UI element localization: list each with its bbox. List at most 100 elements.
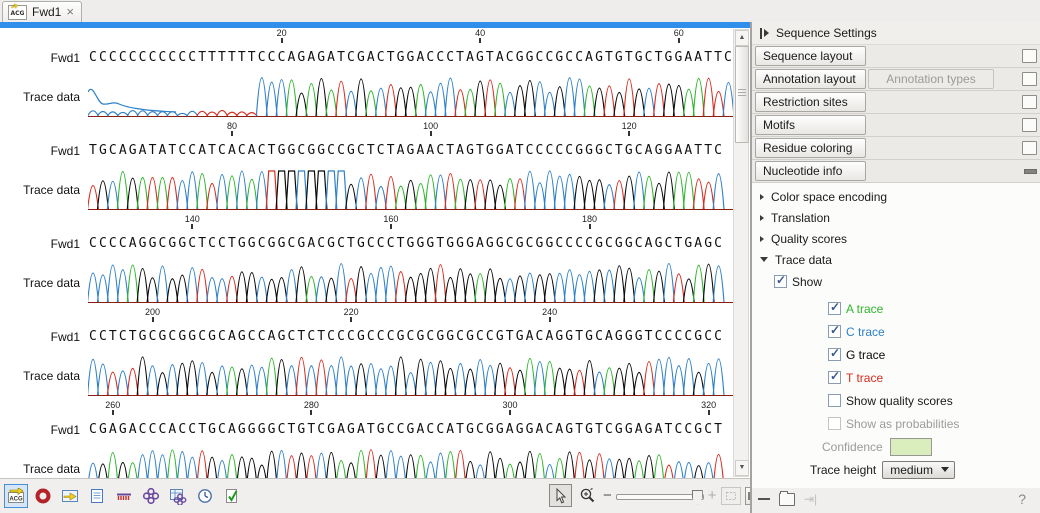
- palette-icon[interactable]: [1022, 141, 1037, 155]
- element-info-view-icon[interactable]: [220, 484, 244, 508]
- section-button[interactable]: Annotation layout: [755, 69, 866, 89]
- sequence-view-icon[interactable]: ACG: [4, 484, 28, 508]
- show-quality-scores-row[interactable]: Show quality scores: [752, 389, 1040, 412]
- cursor-tool-icon[interactable]: [549, 484, 572, 507]
- trace-label: A trace: [846, 302, 883, 316]
- trace-height-row: Trace height medium: [752, 458, 1040, 481]
- tab-close-icon[interactable]: ×: [66, 7, 74, 17]
- scroll-up-icon[interactable]: ▲: [735, 30, 749, 46]
- collapse-panel-icon[interactable]: [760, 28, 769, 39]
- ruler-tick: 260: [93, 400, 133, 415]
- text-view-icon[interactable]: [85, 484, 109, 508]
- show-as-probabilities-label: Show as probabilities: [846, 417, 959, 431]
- tree-item-quality-scores[interactable]: Quality scores: [752, 228, 1040, 249]
- zoom-slider[interactable]: [616, 489, 704, 503]
- sequence-name-label: Fwd1: [0, 237, 80, 251]
- zoom-out-minus[interactable]: −: [603, 491, 612, 501]
- save-settings-icon[interactable]: [779, 493, 795, 506]
- ruler-tick: 120: [609, 121, 649, 136]
- scroll-down-icon[interactable]: ▼: [735, 460, 749, 476]
- cloverleaf-view-icon[interactable]: [139, 484, 163, 508]
- ruler-tick: 280: [291, 400, 331, 415]
- trace-data-group[interactable]: Trace data: [752, 249, 1040, 270]
- ruler-tick: 20: [262, 28, 302, 43]
- trace-checkbox[interactable]: [828, 371, 841, 384]
- sequence-text[interactable]: CCCCAGGCGGCTCCTGGCGGCGACGCTGCCCTGGGTGGGA…: [88, 236, 723, 254]
- trace-data-row-label: Trace data: [0, 276, 80, 290]
- zoom-in-plus[interactable]: +: [708, 491, 717, 501]
- settings-section-sequence-layout: Sequence layout: [752, 45, 1040, 68]
- show-quality-scores-checkbox[interactable]: [828, 394, 841, 407]
- ruler-tick: 240: [530, 307, 570, 322]
- zoom-in-tool-icon[interactable]: [576, 484, 599, 507]
- show-trace-checkbox-row[interactable]: Show: [752, 270, 1040, 293]
- tree-item-translation[interactable]: Translation: [752, 207, 1040, 228]
- palette-icon[interactable]: [1022, 95, 1037, 109]
- position-ruler: 200220240: [88, 307, 734, 329]
- sequence-text[interactable]: CGAGACCCACCTGCAGGGGCTGTCGAGATGCCGACCATGC…: [88, 422, 723, 440]
- section-button[interactable]: Sequence layout: [755, 46, 866, 66]
- expanded-arrow-icon: [760, 257, 768, 262]
- palette-icon[interactable]: [1022, 49, 1037, 63]
- ruler-tick: 300: [490, 400, 530, 415]
- zoom-slider-handle[interactable]: [692, 490, 703, 505]
- show-quality-scores-label: Show quality scores: [846, 394, 953, 408]
- sequence-text[interactable]: CCCCCCCCCCCTTTTTTCCCAGAGATCGACTGGACCCTAG…: [88, 50, 733, 68]
- sequence-settings-header[interactable]: Sequence Settings: [752, 22, 1040, 45]
- help-icon[interactable]: ?: [1018, 491, 1026, 507]
- confidence-label: Confidence: [822, 440, 883, 454]
- sequence-settings-panel: Sequence Settings Sequence layoutAnnotat…: [752, 22, 1040, 488]
- apply-to-views-icon: ⇥|: [804, 492, 817, 506]
- c-trace-row[interactable]: C trace: [752, 320, 1040, 343]
- trace-checkbox[interactable]: [828, 348, 841, 361]
- sequence-text[interactable]: CCTCTGCGCGGCGCAGCCAGCTCTCCCGCCCGCGCGGCGC…: [88, 329, 723, 347]
- sequence-rows: 204060Fwd1CCCCCCCCCCCTTTTTTCCCAGAGATCGAC…: [0, 28, 751, 478]
- annotation-table-flower-view-icon[interactable]: [166, 484, 190, 508]
- sequence-text[interactable]: TGCAGATATCCATCACACTGGCGGCCGCTCTAGAACTAGT…: [88, 143, 723, 161]
- tree-item-color-space-encoding[interactable]: Color space encoding: [752, 186, 1040, 207]
- tab-fwd1[interactable]: ACG Fwd1 ×: [2, 1, 82, 22]
- t-trace-row[interactable]: T trace: [752, 366, 1040, 389]
- annotation-table-view-icon[interactable]: [58, 484, 82, 508]
- palette-icon[interactable]: [1022, 118, 1037, 132]
- ruler-tick: 160: [371, 214, 411, 229]
- trace-data-label: Trace data: [775, 253, 832, 267]
- settings-section-annotation-layout: Annotation layoutAnnotation types: [752, 68, 1040, 91]
- trace-checkbox[interactable]: [828, 302, 841, 315]
- ruler-tick: 220: [331, 307, 371, 322]
- restriction-map-view-icon[interactable]: [112, 484, 136, 508]
- history-view-icon[interactable]: [193, 484, 217, 508]
- scrollbar-thumb[interactable]: [735, 46, 749, 143]
- show-label: Show: [792, 275, 822, 289]
- section-button[interactable]: Nucleotide info: [755, 161, 866, 181]
- g-trace-row[interactable]: G trace: [752, 343, 1040, 366]
- ruler-tick: 320: [689, 400, 729, 415]
- ruler-tick: 40: [460, 28, 500, 43]
- a-trace-row[interactable]: A trace: [752, 297, 1040, 320]
- chromatogram-trace: [88, 351, 734, 400]
- sequence-trace-view[interactable]: 204060Fwd1CCCCCCCCCCCTTTTTTCCCAGAGATCGAC…: [0, 28, 751, 478]
- palette-icon[interactable]: [1022, 72, 1037, 86]
- collapse-section-icon[interactable]: [1024, 169, 1037, 174]
- position-ruler: 80100120: [88, 121, 734, 143]
- trace-height-dropdown[interactable]: medium: [882, 461, 955, 479]
- section-button[interactable]: Residue coloring: [755, 138, 866, 158]
- collapse-all-icon[interactable]: [758, 498, 770, 500]
- chromatogram-trace: [88, 165, 734, 214]
- trace-checkbox[interactable]: [828, 325, 841, 338]
- show-checkbox[interactable]: [774, 275, 787, 288]
- sequence-row: 204060Fwd1CCCCCCCCCCCTTTTTTCCCAGAGATCGAC…: [0, 28, 734, 121]
- trace-height-label: Trace height: [810, 463, 876, 477]
- collapsed-arrow-icon: [760, 194, 764, 200]
- confidence-color-swatch[interactable]: [890, 438, 932, 456]
- circular-view-icon[interactable]: [31, 484, 55, 508]
- confidence-row: Confidence: [752, 435, 1040, 458]
- zoom-slider-track[interactable]: [616, 494, 704, 500]
- sequence-row: 260280300320Fwd1CGAGACCCACCTGCAGGGGCTGTC…: [0, 400, 734, 478]
- vertical-scrollbar[interactable]: ▲ ▼: [733, 29, 749, 477]
- section-button[interactable]: Restriction sites: [755, 92, 866, 112]
- sequence-tab-icon: ACG: [8, 5, 27, 20]
- section-button[interactable]: Motifs: [755, 115, 866, 135]
- trace-height-value: medium: [890, 463, 933, 477]
- position-ruler: 204060: [88, 28, 734, 50]
